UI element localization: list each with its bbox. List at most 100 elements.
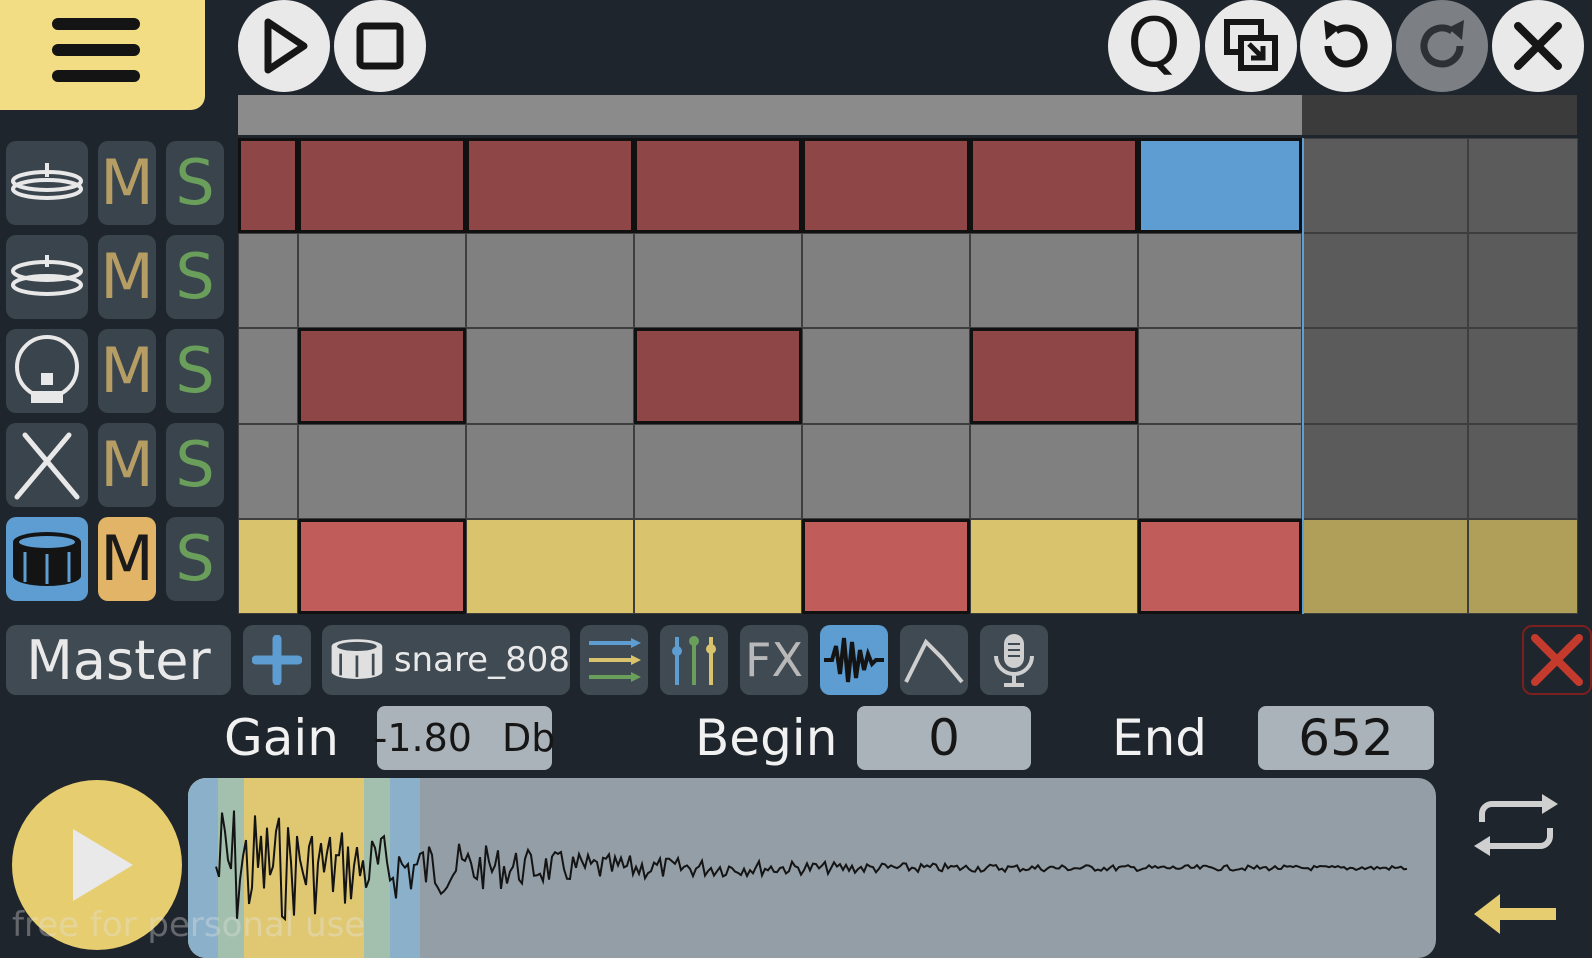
pattern-step[interactable] — [466, 518, 634, 614]
pattern-step[interactable] — [1302, 518, 1468, 614]
pattern-step[interactable] — [466, 423, 634, 519]
mixer-tab[interactable] — [660, 625, 728, 695]
pattern-step[interactable] — [298, 518, 466, 614]
track-instrument-button[interactable] — [6, 329, 88, 413]
pattern-step[interactable] — [1138, 518, 1302, 614]
track-instrument-button[interactable] — [6, 517, 88, 601]
drumsticks-icon — [14, 432, 80, 500]
timeline-bar[interactable] — [238, 95, 1302, 135]
copy-paste-button[interactable] — [1205, 0, 1297, 92]
gain-field[interactable]: -1.80 Db — [374, 706, 556, 770]
sequence-tab[interactable] — [580, 625, 648, 695]
pattern-step[interactable] — [634, 518, 802, 614]
track-mute-button[interactable]: M — [98, 141, 156, 225]
undo-icon — [1324, 20, 1368, 68]
pattern-step[interactable] — [1138, 233, 1302, 329]
pattern-step[interactable] — [1138, 138, 1302, 234]
stop-button[interactable] — [334, 0, 426, 92]
envelope-tab[interactable] — [900, 625, 968, 695]
pattern-step[interactable] — [634, 233, 802, 329]
redo-icon — [1420, 20, 1464, 68]
pattern-step[interactable] — [1468, 138, 1578, 234]
pattern-step[interactable] — [970, 328, 1138, 424]
track-solo-button[interactable]: S — [166, 235, 224, 319]
pattern-step[interactable] — [970, 518, 1138, 614]
waveform-editor[interactable] — [188, 778, 1436, 958]
pattern-step[interactable] — [1302, 233, 1468, 329]
watermark-text: free for personal use — [12, 905, 366, 945]
sample-selector-button[interactable]: snare_808 — [322, 625, 570, 695]
pattern-step[interactable] — [634, 328, 802, 424]
close-x-icon — [1531, 634, 1583, 686]
pattern-step[interactable] — [298, 138, 466, 234]
close-button[interactable] — [1492, 0, 1584, 92]
track-mute-button[interactable]: M — [98, 329, 156, 413]
pattern-step[interactable] — [238, 328, 298, 424]
pattern-step[interactable] — [970, 233, 1138, 329]
track-instrument-button[interactable] — [6, 423, 88, 507]
delete-track-button[interactable] — [1522, 625, 1592, 695]
end-label: End — [1112, 709, 1208, 767]
pattern-step[interactable] — [466, 328, 634, 424]
pattern-step[interactable] — [1138, 423, 1302, 519]
pattern-step[interactable] — [1302, 138, 1468, 234]
track-mute-button[interactable]: M — [98, 423, 156, 507]
track-solo-button[interactable]: S — [166, 423, 224, 507]
pattern-step[interactable] — [298, 233, 466, 329]
pattern-step[interactable] — [466, 138, 634, 234]
pattern-step[interactable] — [970, 423, 1138, 519]
pattern-step[interactable] — [634, 138, 802, 234]
pattern-step[interactable] — [298, 328, 466, 424]
menu-button[interactable] — [0, 0, 205, 110]
track-instrument-button[interactable] — [6, 141, 88, 225]
track-mute-button[interactable]: M — [98, 235, 156, 319]
quantize-icon: Q — [1127, 4, 1181, 83]
add-track-button[interactable] — [243, 625, 311, 695]
play-button[interactable] — [238, 0, 330, 92]
master-button[interactable]: Master — [6, 625, 231, 695]
waveform-tab[interactable] — [820, 625, 888, 695]
pattern-step[interactable] — [802, 518, 970, 614]
pattern-grid[interactable] — [238, 138, 1578, 614]
pattern-step[interactable] — [1468, 423, 1578, 519]
undo-button[interactable] — [1300, 0, 1392, 92]
track-solo-button[interactable]: S — [166, 517, 224, 601]
pattern-step[interactable] — [1468, 233, 1578, 329]
track-solo-button[interactable]: S — [166, 141, 224, 225]
pattern-step[interactable] — [802, 138, 970, 234]
plus-icon — [252, 635, 302, 685]
pattern-step[interactable] — [1138, 328, 1302, 424]
pattern-step[interactable] — [802, 233, 970, 329]
play-icon — [73, 829, 133, 901]
pattern-step[interactable] — [466, 233, 634, 329]
gain-unit: Db — [501, 716, 556, 760]
track-solo-button[interactable]: S — [166, 329, 224, 413]
pattern-step[interactable] — [1302, 328, 1468, 424]
end-field[interactable]: 652 — [1258, 706, 1434, 770]
pattern-step[interactable] — [1468, 518, 1578, 614]
pattern-step[interactable] — [1468, 328, 1578, 424]
copy-paste-icon — [1224, 19, 1278, 71]
pattern-step[interactable] — [634, 423, 802, 519]
pattern-step[interactable] — [238, 138, 298, 234]
pattern-step[interactable] — [238, 423, 298, 519]
pattern-step[interactable] — [802, 423, 970, 519]
begin-field[interactable]: 0 — [857, 706, 1031, 770]
pattern-step[interactable] — [298, 423, 466, 519]
pattern-step[interactable] — [1302, 423, 1468, 519]
loop-button[interactable] — [1470, 790, 1562, 860]
record-tab[interactable] — [980, 625, 1048, 695]
track-instrument-button[interactable] — [6, 235, 88, 319]
fx-tab[interactable]: FX — [740, 625, 808, 695]
pattern-step[interactable] — [238, 233, 298, 329]
pattern-step[interactable] — [238, 518, 298, 614]
sequence-icon — [589, 638, 641, 682]
redo-button[interactable] — [1396, 0, 1488, 92]
microphone-icon — [994, 634, 1034, 687]
pattern-step[interactable] — [970, 138, 1138, 234]
track-mute-button[interactable]: M — [98, 517, 156, 601]
quantize-button[interactable]: Q — [1108, 0, 1200, 92]
pattern-step[interactable] — [802, 328, 970, 424]
back-button[interactable] — [1470, 888, 1562, 938]
sample-name: snare_808 — [393, 640, 570, 680]
